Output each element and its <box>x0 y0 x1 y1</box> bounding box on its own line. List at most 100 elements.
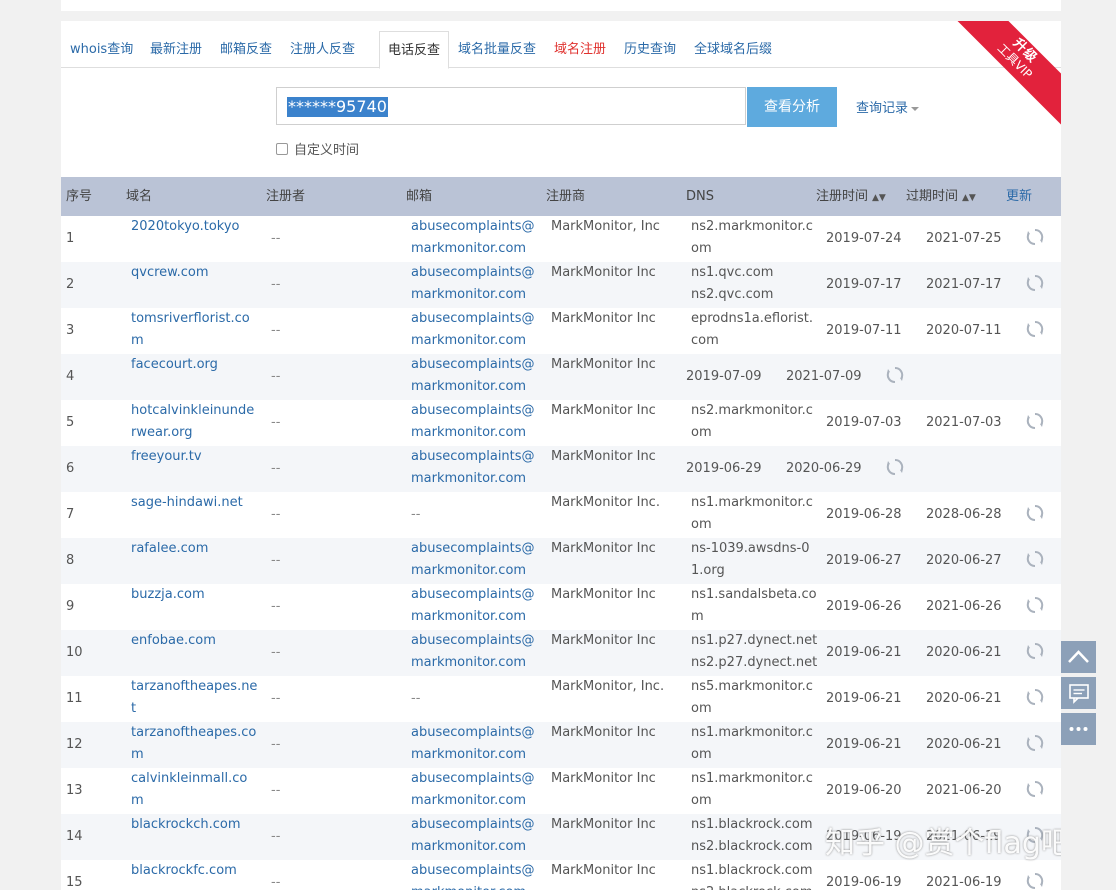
email-link[interactable]: abusecomplaints@ <box>411 768 535 790</box>
email-link[interactable]: markmonitor.com <box>411 744 526 766</box>
feedback-button[interactable] <box>1061 677 1096 709</box>
chevron-down-icon <box>911 106 920 111</box>
query-history-dropdown[interactable]: 查询记录 <box>856 97 920 116</box>
table-row: 5 hotcalvinkleinunde rwear.org -- abusecompl… <box>61 400 1061 446</box>
email-link[interactable]: markmonitor.com <box>411 284 526 306</box>
tab-phone-reverse[interactable]: 电话反查 <box>379 31 450 69</box>
header-exp-time[interactable]: 过期时间 ▲▼ <box>906 177 976 218</box>
email-link[interactable]: abusecomplaints@ <box>411 538 535 560</box>
email-link[interactable]: abusecomplaints@ <box>411 446 535 468</box>
domain-link[interactable]: rafalee.com <box>131 538 208 560</box>
email-link[interactable]: abusecomplaints@ <box>411 814 535 836</box>
domain-link[interactable]: t <box>131 698 136 720</box>
dns-cell: ns2.markmonitor.c <box>691 403 813 418</box>
email-link[interactable]: markmonitor.com <box>411 836 526 858</box>
search-input[interactable]: ******95740 <box>276 87 746 125</box>
tab-registrant-reverse[interactable]: 注册人反查 <box>290 31 355 67</box>
email-link[interactable]: markmonitor.com <box>411 882 526 890</box>
domain-link[interactable]: tomsriverflorist.co <box>131 308 250 330</box>
email-link[interactable]: abusecomplaints@ <box>411 860 535 882</box>
email-link[interactable]: markmonitor.com <box>411 652 526 674</box>
tab-history[interactable]: 历史查询 <box>624 31 676 67</box>
search-input-value: ******95740 <box>287 97 388 117</box>
refresh-icon[interactable] <box>1026 274 1044 292</box>
domain-link[interactable]: blackrockfc.com <box>131 860 237 882</box>
tab-batch-reverse[interactable]: 域名批量反查 <box>458 31 536 67</box>
header-domain: 域名 <box>126 189 153 204</box>
reg-date: 2019-06-20 <box>826 783 902 798</box>
header-reg-time[interactable]: 注册时间 ▲▼ <box>816 177 886 218</box>
domain-link[interactable]: qvcrew.com <box>131 262 209 284</box>
domain-link[interactable]: tarzanoftheapes.ne <box>131 676 257 698</box>
refresh-icon[interactable] <box>1026 228 1044 246</box>
refresh-icon[interactable] <box>1026 642 1044 660</box>
exp-date: 2020-06-21 <box>926 645 1002 660</box>
analyze-button[interactable]: 查看分析 <box>747 87 837 127</box>
email-link[interactable]: abusecomplaints@ <box>411 262 535 284</box>
refresh-icon[interactable] <box>1026 550 1044 568</box>
reg-date: 2019-06-21 <box>826 691 902 706</box>
refresh-icon[interactable] <box>1026 504 1044 522</box>
registrant-cell: -- <box>271 599 281 614</box>
domain-link[interactable]: buzzja.com <box>131 584 205 606</box>
email-link[interactable]: abusecomplaints@ <box>411 216 535 238</box>
domain-link[interactable]: freeyour.tv <box>131 446 202 468</box>
email-link[interactable]: markmonitor.com <box>411 790 526 812</box>
email-link[interactable]: markmonitor.com <box>411 606 526 628</box>
refresh-icon[interactable] <box>886 366 904 384</box>
watermark: 知乎 @赏个flag吧 <box>825 826 1061 861</box>
refresh-icon[interactable] <box>1026 780 1044 798</box>
more-button[interactable] <box>1061 713 1096 745</box>
email-link[interactable]: abusecomplaints@ <box>411 400 535 422</box>
refresh-icon[interactable] <box>886 458 904 476</box>
domain-link[interactable]: 2020tokyo.tokyo <box>131 216 240 238</box>
registrant-cell: -- <box>271 829 281 844</box>
email-link[interactable]: abusecomplaints@ <box>411 722 535 744</box>
refresh-icon[interactable] <box>1026 688 1044 706</box>
domain-link[interactable]: sage-hindawi.net <box>131 492 243 514</box>
registrant-cell: -- <box>271 415 281 430</box>
dns-cell: om <box>691 701 712 716</box>
refresh-icon[interactable] <box>1026 734 1044 752</box>
tab-whois[interactable]: whois查询 <box>70 31 133 67</box>
email-link[interactable]: markmonitor.com <box>411 422 526 444</box>
domain-link[interactable]: calvinkleinmall.co <box>131 768 247 790</box>
email-link[interactable]: abusecomplaints@ <box>411 308 535 330</box>
domain-link[interactable]: tarzanoftheapes.co <box>131 722 256 744</box>
email-link[interactable]: abusecomplaints@ <box>411 354 535 376</box>
reg-date: 2019-07-03 <box>826 415 902 430</box>
sort-icon: ▲▼ <box>872 193 886 203</box>
refresh-icon[interactable] <box>1026 320 1044 338</box>
refresh-icon[interactable] <box>1026 412 1044 430</box>
domain-link[interactable]: hotcalvinkleinunde <box>131 400 254 422</box>
domain-link[interactable]: m <box>131 744 144 766</box>
domain-link[interactable]: enfobae.com <box>131 630 216 652</box>
domain-link[interactable]: facecourt.org <box>131 354 218 376</box>
table-row: 10 enfobae.com -- abusecomplaints@ markmonit… <box>61 630 1061 676</box>
tab-latest-registration[interactable]: 最新注册 <box>150 31 202 67</box>
domain-link[interactable]: m <box>131 330 144 352</box>
email-link[interactable]: abusecomplaints@ <box>411 630 535 652</box>
email-link[interactable]: abusecomplaints@ <box>411 584 535 606</box>
refresh-icon[interactable] <box>1026 872 1044 890</box>
custom-time-checkbox[interactable] <box>276 143 288 155</box>
email-link[interactable]: markmonitor.com <box>411 238 526 260</box>
refresh-icon[interactable] <box>1026 596 1044 614</box>
reg-date: 2019-07-09 <box>686 369 762 384</box>
domain-link[interactable]: blackrockch.com <box>131 814 240 836</box>
registrant-cell: -- <box>271 553 281 568</box>
email-link[interactable]: markmonitor.com <box>411 468 526 490</box>
custom-time-option[interactable]: 自定义时间 <box>276 139 359 158</box>
tab-global-suffix[interactable]: 全球域名后缀 <box>694 31 772 67</box>
tab-domain-registration[interactable]: 域名注册 <box>554 31 606 67</box>
email-link[interactable]: markmonitor.com <box>411 560 526 582</box>
row-index: 12 <box>66 737 83 752</box>
email-link[interactable]: markmonitor.com <box>411 376 526 398</box>
domain-link[interactable]: rwear.org <box>131 422 193 444</box>
email-link[interactable]: markmonitor.com <box>411 330 526 352</box>
row-index: 5 <box>66 415 75 430</box>
header-update[interactable]: 更新 <box>1006 177 1032 216</box>
domain-link[interactable]: m <box>131 790 144 812</box>
tab-email-reverse[interactable]: 邮箱反查 <box>220 31 272 67</box>
back-to-top-button[interactable] <box>1061 641 1096 673</box>
